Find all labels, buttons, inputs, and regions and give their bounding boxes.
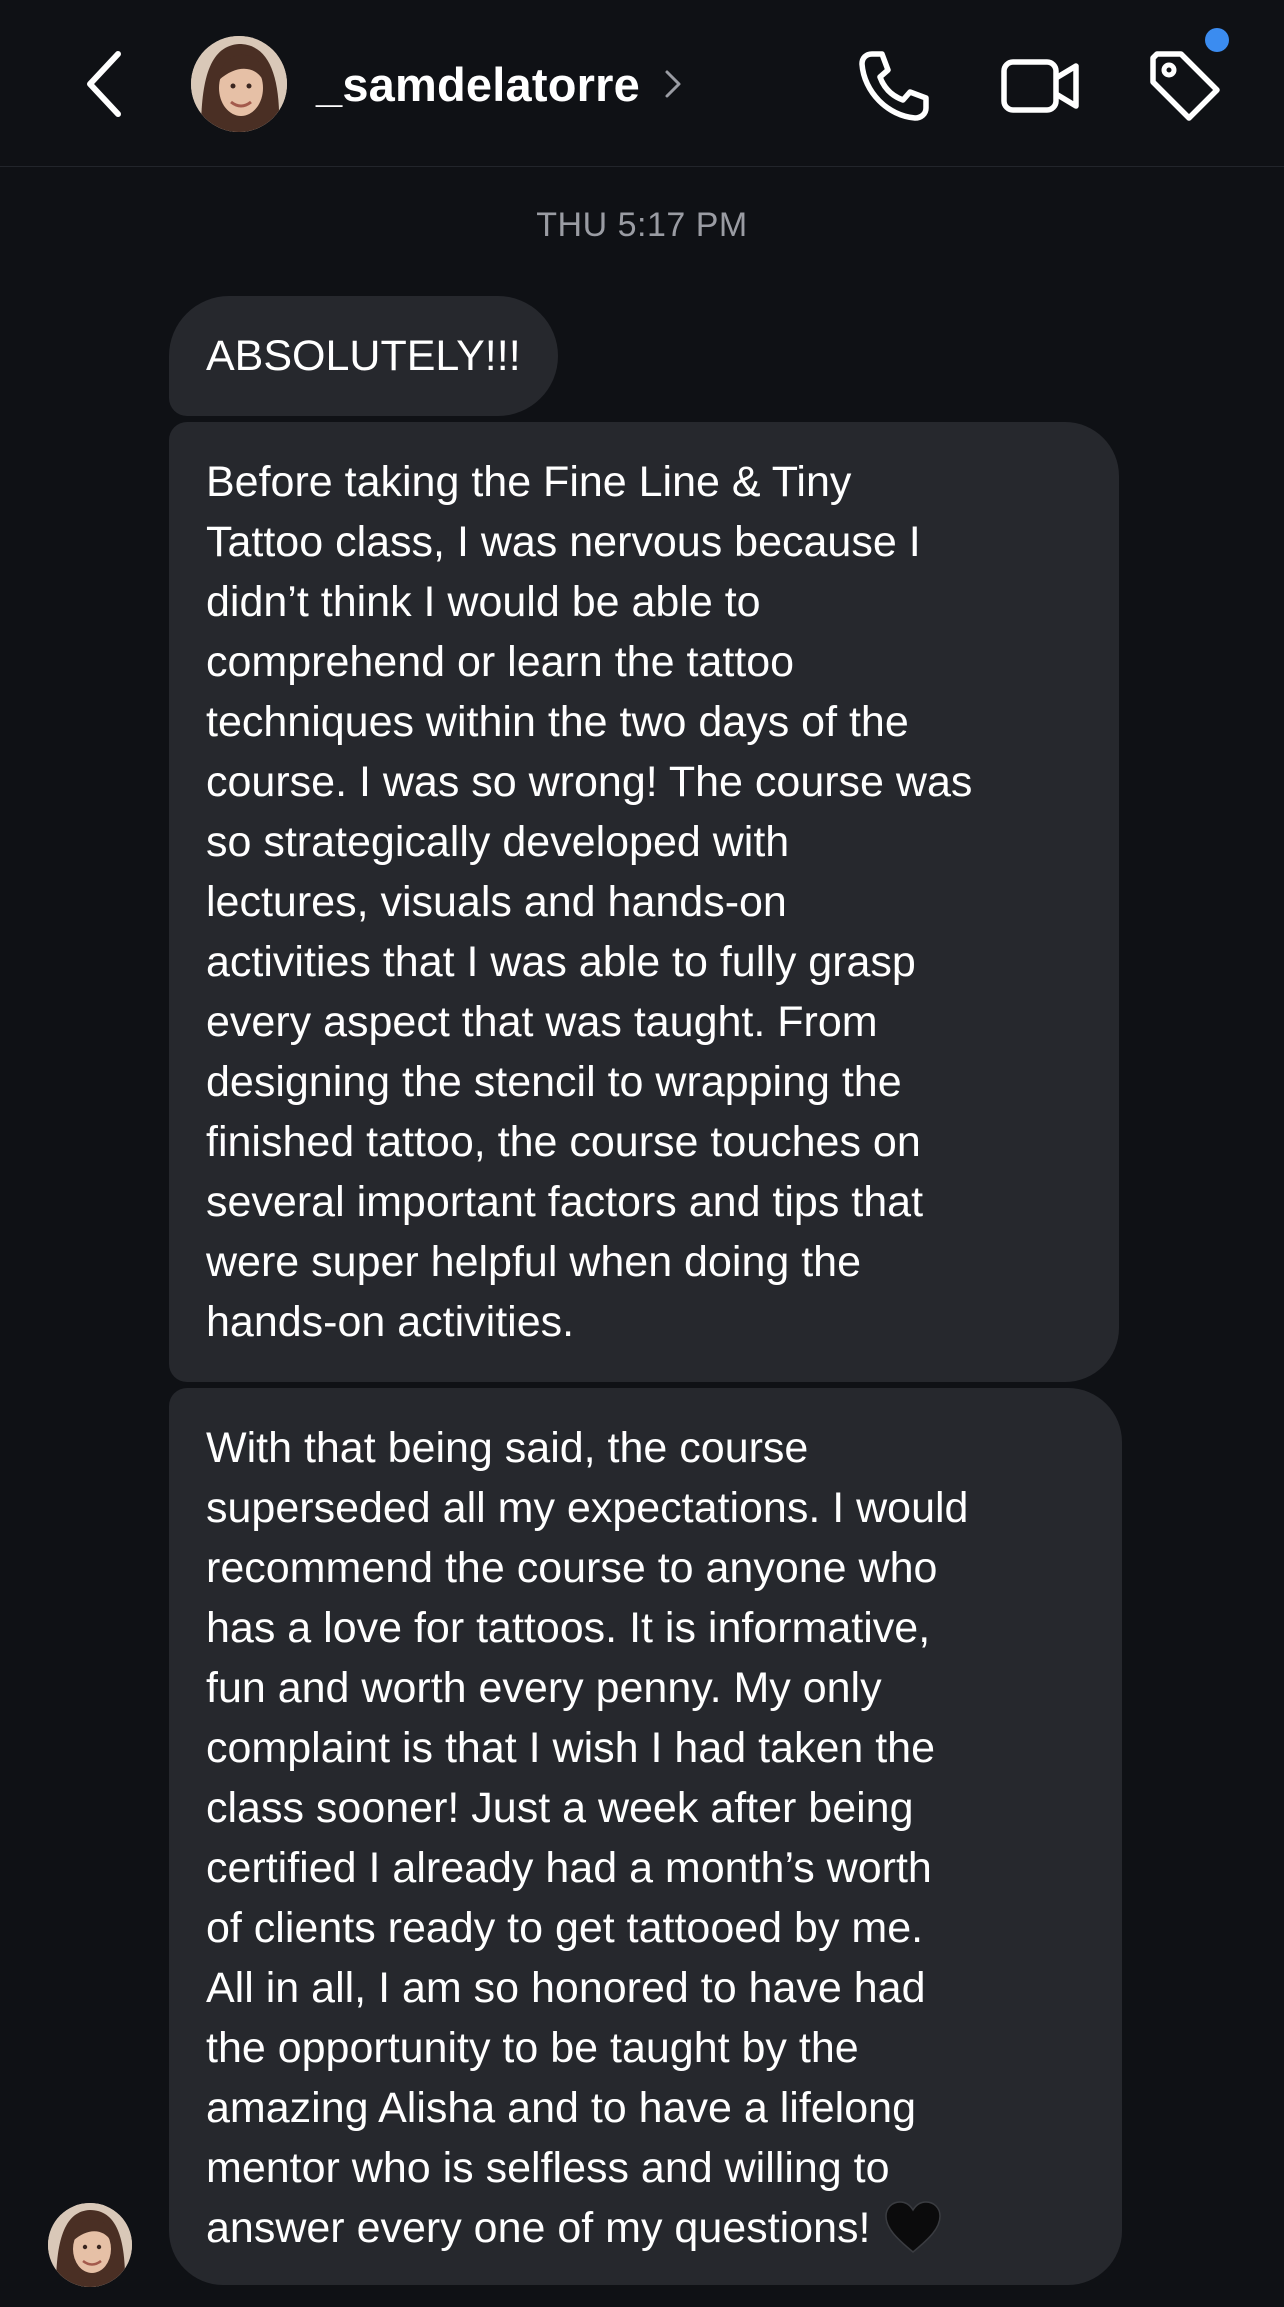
tag-icon[interactable] xyxy=(1143,44,1227,128)
phone-icon[interactable] xyxy=(850,44,934,128)
video-camera-icon[interactable] xyxy=(998,44,1082,128)
message-text: With that being said, the course superse… xyxy=(206,1424,969,2252)
message-bubble[interactable]: Before taking the Fine Line & Tiny Tatto… xyxy=(169,422,1119,1382)
username: _samdelatorre xyxy=(316,57,640,111)
profile-link[interactable]: _samdelatorre xyxy=(316,52,684,116)
sender-avatar[interactable] xyxy=(48,2203,132,2287)
message-bubble[interactable]: ABSOLUTELY!!! xyxy=(169,296,558,416)
chevron-right-icon xyxy=(665,70,681,98)
notification-badge xyxy=(1205,28,1229,52)
avatar[interactable] xyxy=(191,36,287,132)
chat-header: _samdelatorre xyxy=(0,0,1284,167)
message-bubble[interactable]: With that being said, the course superse… xyxy=(169,1388,1122,2285)
chevron-left-icon[interactable] xyxy=(78,44,134,124)
black-heart-emoji-icon xyxy=(885,2201,942,2253)
message-timestamp: THU 5:17 PM xyxy=(536,206,748,244)
